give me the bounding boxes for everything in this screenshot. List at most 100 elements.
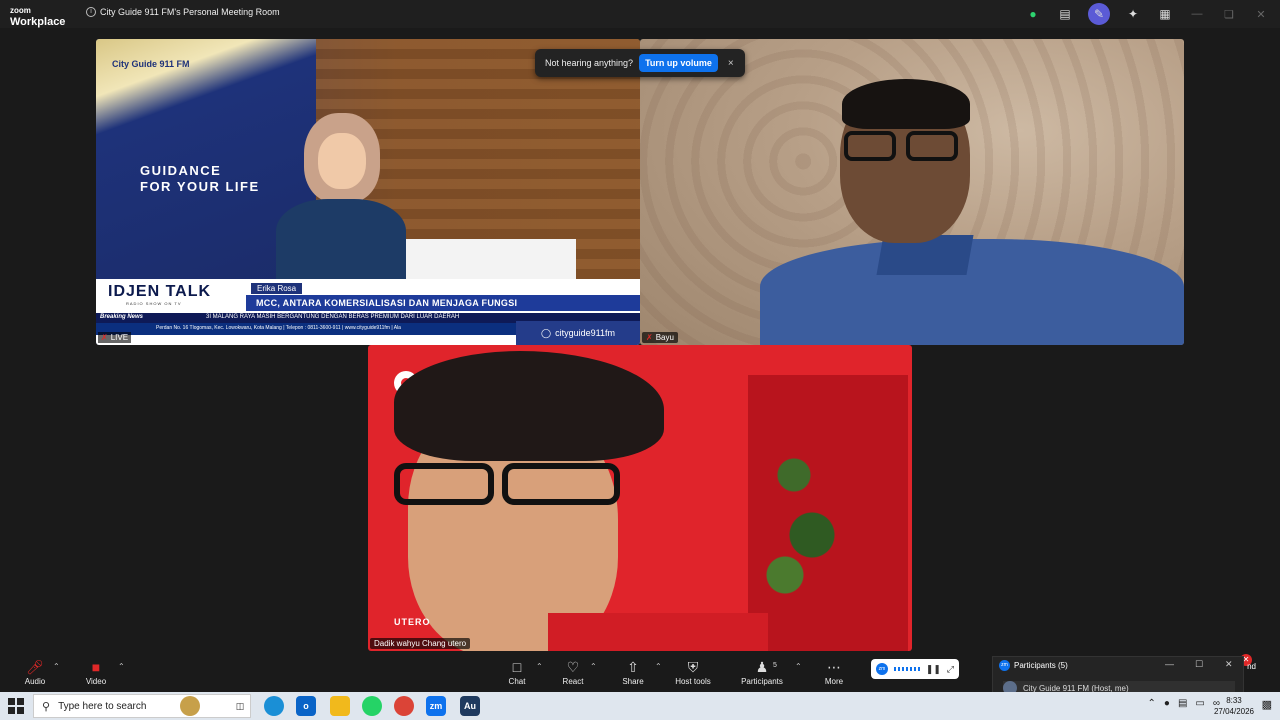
host-tools-label: Host tools: [675, 677, 711, 686]
participants-icon: ♟: [755, 659, 769, 675]
share-options-chevron-icon[interactable]: ⌃: [655, 662, 662, 671]
audition-icon[interactable]: Au: [460, 696, 480, 716]
heart-icon: ♡: [566, 659, 580, 675]
turn-up-volume-button[interactable]: Turn up volume: [639, 54, 718, 72]
instagram-icon: ◯: [541, 327, 552, 338]
participants-panel-header: zm Participants (5): [999, 660, 1068, 671]
mic-muted-icon: ✗: [101, 333, 108, 342]
taskbar-clock[interactable]: 8:33 27/04/2026: [1214, 695, 1254, 717]
system-tray: ⌃ ● ▤ ▭ ∞: [1148, 698, 1220, 709]
body: [760, 239, 1184, 345]
show-title: IDJEN TALK: [108, 283, 212, 300]
expand-icon[interactable]: ⤢: [947, 664, 954, 675]
more-label: More: [824, 677, 844, 686]
participants-button[interactable]: ♟ Participants: [734, 658, 790, 686]
video-tile-bayu[interactable]: ✗ Bayu: [640, 39, 1184, 345]
instagram-handle: ◯ cityguide911fm: [516, 321, 640, 345]
zoom-taskbar-icon[interactable]: zm: [426, 696, 446, 716]
camera-off-icon: ■: [91, 659, 101, 675]
tile-name: Bayu: [655, 333, 674, 342]
taskbar-search-box[interactable]: ⚲ Type here to search: [33, 694, 251, 718]
brand-label: UTERO: [394, 617, 431, 627]
host-figure: [256, 109, 426, 279]
notification-icon[interactable]: ▩: [1262, 698, 1272, 711]
windows-start-icon[interactable]: [8, 698, 24, 714]
video-options-chevron-icon[interactable]: ⌃: [118, 662, 125, 671]
studio-desk: [406, 239, 576, 279]
meeting-title: City Guide 911 FM's Personal Meeting Roo…: [100, 7, 280, 17]
brand-large: Workplace: [10, 16, 66, 28]
apps-grid-icon[interactable]: ▦: [1156, 5, 1174, 23]
edge-icon[interactable]: [264, 696, 284, 716]
audio-toast: Not hearing anything? Turn up volume ×: [535, 49, 745, 77]
meeting-info[interactable]: i City Guide 911 FM's Personal Meeting R…: [86, 7, 280, 17]
pause-icon[interactable]: ❚❚: [926, 664, 941, 675]
guidance-line-1: GUIDANCE: [140, 163, 222, 178]
glasses: [394, 463, 624, 507]
network-icon[interactable]: ▤: [1178, 698, 1187, 709]
zoom-panel-icon: zm: [999, 660, 1010, 671]
glasses: [844, 131, 962, 161]
close-panel-icon[interactable]: ✕: [1225, 659, 1233, 670]
video-tile-studio[interactable]: City Guide 911 FM GUIDANCE FOR YOUR LIFE…: [96, 39, 640, 345]
display-icon[interactable]: ▭: [1195, 698, 1204, 709]
more-button[interactable]: ⋯ More: [806, 658, 862, 686]
shirt: [548, 613, 768, 651]
audio-wave-icon: [893, 667, 920, 671]
outlook-icon[interactable]: o: [296, 696, 316, 716]
notes-icon[interactable]: ▤: [1056, 5, 1074, 23]
guidance-line-2: FOR YOUR LIFE: [140, 179, 260, 194]
popout-icon[interactable]: ☐: [1195, 659, 1203, 670]
participants-count: 5: [773, 662, 777, 669]
more-dots-icon: ⋯: [827, 659, 841, 675]
participants-panel-title: Participants (5): [1014, 661, 1068, 670]
host-tools-button[interactable]: ⛨ Host tools: [665, 658, 721, 686]
close-icon[interactable]: ×: [728, 58, 734, 69]
share-button[interactable]: ⇧ Share: [605, 658, 661, 686]
chevron-up-icon[interactable]: ⌃: [1148, 698, 1156, 709]
microphone-icon[interactable]: ●: [1164, 698, 1170, 709]
brand-small: zoom: [10, 6, 31, 15]
address-text: Perdan No. 16 Tlogomas, Kec. Lowokwaru, …: [156, 325, 401, 331]
clock-time: 8:33: [1226, 696, 1242, 705]
clock-date: 27/04/2026: [1213, 707, 1254, 716]
chat-options-chevron-icon[interactable]: ⌃: [536, 662, 543, 671]
audio-label: Audio: [24, 677, 46, 686]
chrome-icon[interactable]: [394, 696, 414, 716]
video-button[interactable]: ■ Video: [68, 658, 124, 686]
mic-muted-icon: ✗: [646, 333, 653, 342]
broadcast-lower-third: IDJEN TALK RADIO SHOW ON TV Erika Rosa M…: [96, 279, 640, 345]
hair: [842, 79, 970, 129]
end-label[interactable]: nd: [1247, 662, 1256, 671]
breaking-news-text: 3I MALANG RAYA MASIH BERGANTUNG DENGAN B…: [206, 314, 460, 320]
title-bar-actions: ● ▤ ✎ ✦ ▦ — ❏ ✕: [1024, 3, 1270, 25]
task-view-icon[interactable]: ◫: [230, 696, 250, 716]
video-label: Video: [85, 677, 107, 686]
zoom-logo: zoom Workplace: [10, 4, 66, 28]
whiteboard-pencil-icon[interactable]: ✎: [1088, 3, 1110, 25]
restore-icon[interactable]: ❏: [1220, 5, 1238, 23]
minimize-icon[interactable]: —: [1188, 5, 1206, 23]
file-explorer-icon[interactable]: [330, 696, 350, 716]
ai-companion-icon[interactable]: ✦: [1124, 5, 1142, 23]
audio-options-chevron-icon[interactable]: ⌃: [53, 662, 60, 671]
weather-widget-icon[interactable]: [180, 696, 200, 716]
minimize-icon[interactable]: —: [1165, 659, 1174, 669]
search-placeholder: Type here to search: [58, 700, 147, 712]
mini-audio-widget[interactable]: zm ❚❚ ⤢: [871, 659, 959, 679]
security-shield-icon[interactable]: ●: [1024, 5, 1042, 23]
tile-name: LIVE: [110, 333, 129, 342]
guidance-text: GUIDANCE FOR YOUR LIFE: [140, 163, 260, 195]
whatsapp-icon[interactable]: [362, 696, 382, 716]
mic-off-icon: 🎤︎: [26, 659, 44, 675]
participants-options-chevron-icon[interactable]: ⌃: [795, 662, 802, 671]
video-tile-dadik[interactable]: UTERO Dadik wahyu Chang utero: [368, 345, 912, 651]
guest-name: Erika Rosa: [251, 283, 303, 294]
info-icon[interactable]: i: [86, 7, 96, 17]
tile-name: Dadik wahyu Chang utero: [374, 639, 467, 648]
show-subtitle: RADIO SHOW ON TV: [126, 301, 182, 306]
close-window-icon[interactable]: ✕: [1252, 5, 1270, 23]
host-shield-icon: ⛨: [687, 659, 699, 675]
toast-message: Not hearing anything?: [545, 58, 634, 68]
react-options-chevron-icon[interactable]: ⌃: [590, 662, 597, 671]
